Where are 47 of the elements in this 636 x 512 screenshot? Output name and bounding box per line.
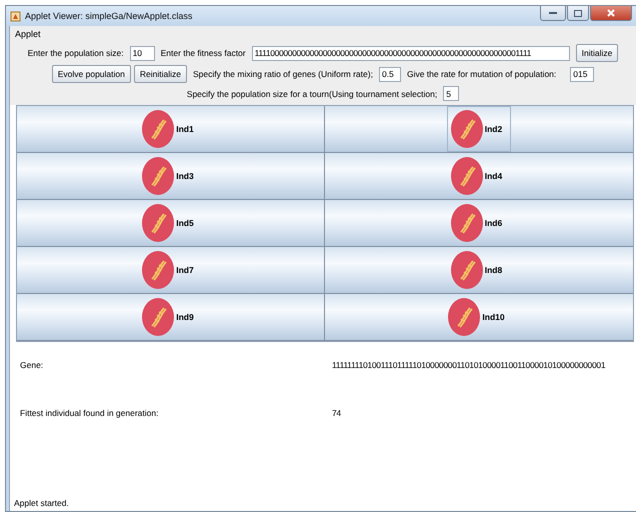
result-value: 74 <box>332 408 342 418</box>
window-title: Applet Viewer: simpleGa/NewApplet.class <box>25 11 194 21</box>
tournament-label: Specify the population size for a tourn(Using tournament selection; <box>186 88 438 98</box>
individual-button[interactable]: Ind3 <box>17 153 325 200</box>
dna-icon <box>450 109 484 149</box>
mutation-field[interactable]: 015 <box>570 66 594 82</box>
minimize-icon <box>549 11 557 15</box>
maximize-button[interactable] <box>567 6 589 21</box>
individual-button[interactable]: Ind8 <box>325 247 633 294</box>
initialize-button[interactable]: Initialize <box>576 44 618 62</box>
close-icon <box>607 9 615 17</box>
status-text: Applet started. <box>13 498 70 510</box>
dna-icon <box>141 109 176 149</box>
result-label: Gene: <box>20 360 44 370</box>
dna-icon <box>141 250 176 290</box>
individual-button[interactable]: Ind1 <box>17 106 325 153</box>
close-button[interactable] <box>590 6 632 21</box>
individual-button[interactable]: Ind2 <box>325 106 633 153</box>
dna-icon <box>141 156 176 196</box>
population-label: Enter the population size: <box>28 48 124 58</box>
reinitialize-button[interactable]: Reinitialize <box>134 65 187 83</box>
tournament-field[interactable]: 5 <box>443 86 460 101</box>
individual-button[interactable]: Ind6 <box>325 200 633 247</box>
mixing-label: Specify the mixing ratio of genes (Uniform rate); <box>192 69 373 79</box>
individual-button[interactable]: Ind4 <box>325 153 633 200</box>
population-field[interactable]: 10 <box>130 46 155 60</box>
dna-icon <box>447 297 482 337</box>
mutation-label: Give the rate for mutation of population: <box>406 69 556 79</box>
individual-button[interactable]: Ind5 <box>17 200 325 247</box>
dna-icon <box>141 297 176 337</box>
dna-icon <box>450 250 484 290</box>
individual-button[interactable]: Ind10 <box>325 294 633 341</box>
applet-icon <box>10 10 21 22</box>
individual-button[interactable]: Ind7 <box>17 247 325 294</box>
fitness-label: Enter the fitness factor <box>160 48 246 58</box>
menu-item[interactable]: Applet <box>15 28 41 38</box>
maximize-icon <box>574 10 582 16</box>
result-label: Fittest individual found in generation: <box>20 408 160 418</box>
fitness-field[interactable]: 1111000000000000000000000000000000000000000000000000000000001111 <box>252 46 570 60</box>
evolve-button[interactable]: Evolve population <box>52 65 131 83</box>
dna-icon <box>450 156 484 196</box>
dna-icon <box>450 203 484 243</box>
minimize-button[interactable] <box>540 6 566 21</box>
individual-button[interactable]: Ind9 <box>17 294 325 341</box>
result-value: 1111111101001110111110100000001101010000110011000010100000000001 <box>332 360 606 370</box>
dna-icon <box>141 203 176 243</box>
mixing-field[interactable]: 0.5 <box>378 66 401 82</box>
